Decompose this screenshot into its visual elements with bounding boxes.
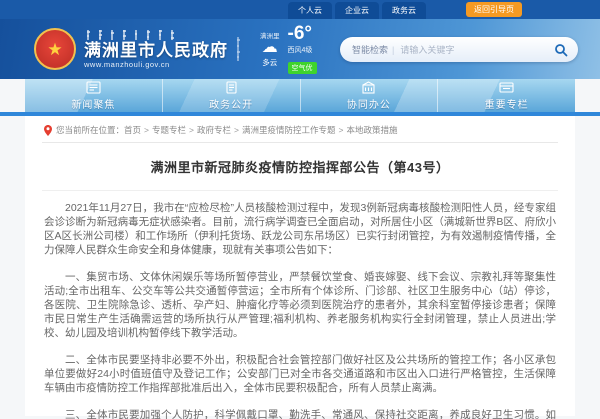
mongolian-script-icon <box>84 29 204 41</box>
nav-label: 重要专栏 <box>485 96 529 111</box>
tab-government-cloud[interactable]: 政务云 <box>382 2 426 19</box>
article-paragraph-intro: 2021年11月27日，我市在“应检尽检”人员核酸检测过程中，发现3例新冠病毒核… <box>44 201 556 257</box>
breadcrumb-separator: > <box>189 125 194 135</box>
breadcrumb-separator: > <box>234 125 239 135</box>
search-button[interactable] <box>554 43 568 57</box>
nav-item-important-columns[interactable]: 重要专栏 <box>438 79 575 112</box>
tab-enterprise-cloud[interactable]: 企业云 <box>335 2 379 19</box>
breadcrumb-home[interactable]: 首页 <box>124 124 141 136</box>
nav-label: 政务公开 <box>209 96 253 111</box>
breadcrumb-separator: > <box>338 125 343 135</box>
breadcrumb-separator: > <box>144 125 149 135</box>
article-paragraph-item1: 一、集贸市场、文体休闲娱乐等场所暂停营业，严禁餐饮堂食、婚丧嫁娶、线下会议、宗教… <box>44 270 556 340</box>
article-paragraph-item3: 三、全体市民要加强个人防护，科学佩戴口罩、勤洗手、常通风、保持社交距离，养成良好… <box>44 408 556 419</box>
document-icon <box>224 81 239 94</box>
columns-icon <box>499 81 514 94</box>
back-to-guide-button[interactable]: 返回引导页 <box>466 2 522 17</box>
search-input[interactable] <box>400 45 554 55</box>
nav-item-collaborative-office[interactable]: 协同办公 <box>301 79 439 112</box>
search-divider: | <box>392 45 394 55</box>
newspaper-icon <box>86 81 101 94</box>
breadcrumb-prefix: 您当前所在位置： <box>56 124 124 136</box>
breadcrumb-epidemic-topic[interactable]: 满洲里疫情防控工作专题 <box>242 124 336 136</box>
mongolian-script-side-icon <box>234 36 242 62</box>
breadcrumb: 您当前所在位置： 首页 > 专题专栏 > 政府专栏 > 满洲里疫情防控工作专题 … <box>42 116 558 143</box>
breadcrumb-special-columns[interactable]: 专题专栏 <box>152 124 186 136</box>
weather-temperature: -6° <box>288 24 317 43</box>
cloud-tabs: 个人云 企业云 政务云 <box>285 2 426 19</box>
site-header: ★ 满洲里市人民政府 www.manzhouli.gov.cn 满洲里 ☁ 多云 <box>0 19 600 79</box>
nav-item-gov-affairs[interactable]: 政务公开 <box>163 79 301 112</box>
search-mode-label: 智能检索 <box>352 43 388 56</box>
site-name: 满洲里市人民政府 <box>84 41 228 61</box>
search-bar: 智能检索 | <box>340 37 578 62</box>
location-pin-icon <box>44 125 52 136</box>
nav-label: 新闻聚焦 <box>71 96 115 111</box>
site-identity: 满洲里市人民政府 www.manzhouli.gov.cn <box>84 29 228 70</box>
weather-condition: 多云 <box>260 57 280 68</box>
cloud-icon: ☁ <box>260 40 280 56</box>
national-emblem-icon: ★ <box>34 28 76 70</box>
site-url: www.manzhouli.gov.cn <box>84 60 228 69</box>
article-body: 2021年11月27日，我市在“应检尽检”人员核酸检测过程中，发现3例新冠病毒核… <box>42 195 558 419</box>
weather-city: 满洲里 <box>260 30 280 40</box>
main-content: 您当前所在位置： 首页 > 专题专栏 > 政府专栏 > 满洲里疫情防控工作专题 … <box>25 116 575 416</box>
article-paragraph-item2: 二、全体市民要坚持非必要不外出，积极配合社会管控部门做好社区及公共场所的管控工作… <box>44 353 556 395</box>
nav-wrap: 新闻聚焦 政务公开 协同办公 <box>0 79 600 116</box>
air-quality-badge: 空气优 <box>288 62 317 74</box>
site-logo[interactable]: ★ 满洲里市人民政府 www.manzhouli.gov.cn <box>34 28 242 70</box>
weather-wind: 西风4级 <box>288 45 317 55</box>
weather-widget: 满洲里 ☁ 多云 -6° 西风4级 空气优 <box>260 24 317 75</box>
breadcrumb-gov-column[interactable]: 政府专栏 <box>197 124 231 136</box>
nav-item-news[interactable]: 新闻聚焦 <box>25 79 163 112</box>
topbar: 个人云 企业云 政务云 返回引导页 <box>0 0 600 19</box>
article-title: 满洲里市新冠肺炎疫情防控指挥部公告（第43号） <box>42 157 558 176</box>
main-nav: 新闻聚焦 政务公开 协同办公 <box>25 79 575 112</box>
nav-label: 协同办公 <box>347 96 391 111</box>
building-icon <box>361 81 376 94</box>
breadcrumb-local-policies[interactable]: 本地政策措施 <box>346 124 397 136</box>
title-divider <box>42 190 558 191</box>
search-icon <box>554 43 568 57</box>
tab-personal-cloud[interactable]: 个人云 <box>288 2 332 19</box>
